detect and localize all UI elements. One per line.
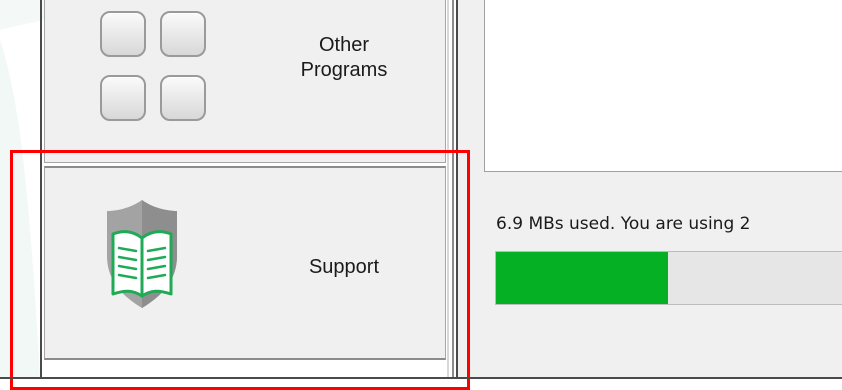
details-text-area[interactable]: [484, 0, 842, 172]
nav-label-other-programs: Other Programs: [300, 34, 388, 81]
nav-button-other-programs[interactable]: Other Programs: [44, 0, 446, 163]
app-grid-icon: [100, 11, 208, 121]
storage-progress-fill: [496, 252, 668, 304]
storage-progress-bar: [495, 251, 842, 305]
storage-usage-text: 6.9 MBs used. You are using 2: [496, 214, 751, 234]
highlight-box: [10, 150, 470, 390]
